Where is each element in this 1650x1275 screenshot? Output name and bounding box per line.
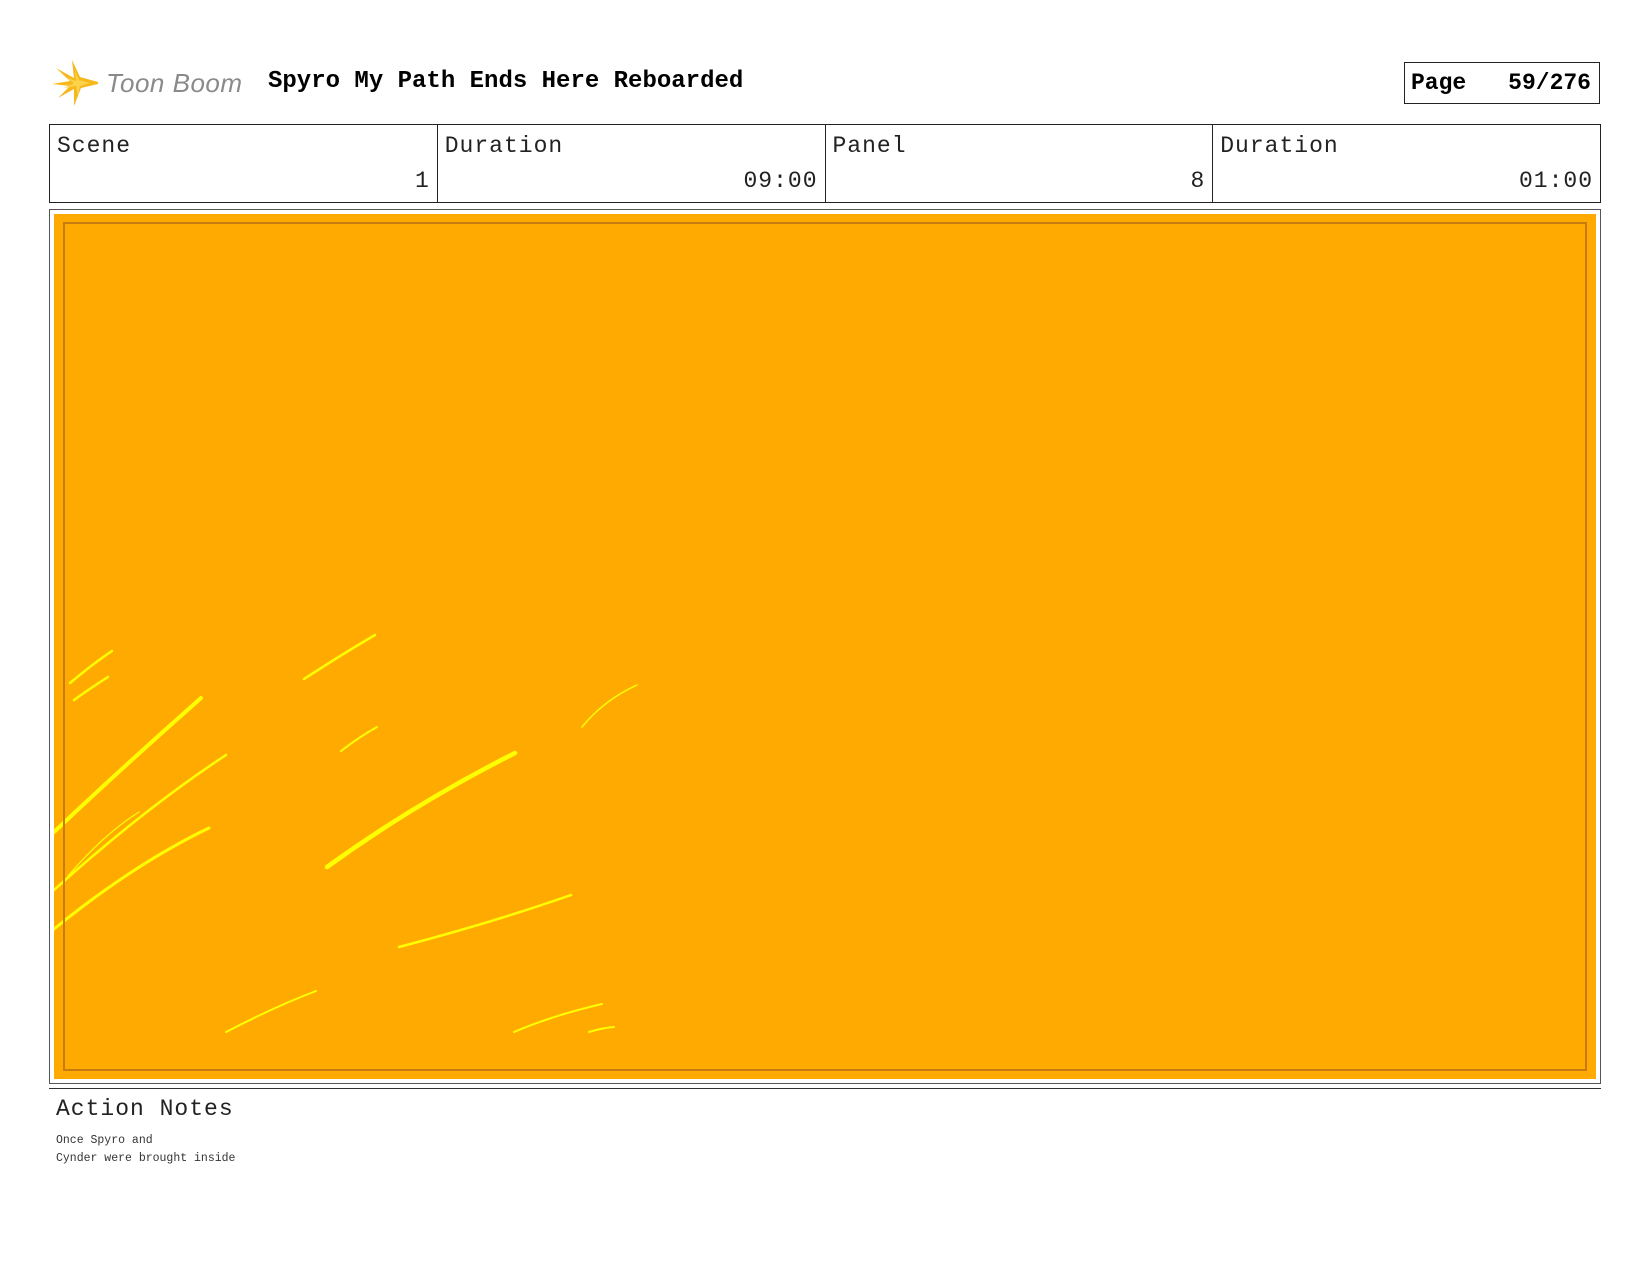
storyboard-panel-frame — [49, 209, 1601, 1084]
scene-duration-value: 09:00 — [743, 168, 818, 194]
panel-duration-value: 01:00 — [1518, 168, 1593, 194]
scene-label: Scene — [57, 133, 132, 159]
speed-line — [225, 990, 317, 1033]
logo-text: Toon Boom — [106, 67, 243, 98]
scene-duration-cell: Duration 09:00 — [438, 125, 826, 202]
toon-boom-logo: Toon Boom — [50, 58, 243, 108]
storyboard-panel-image — [54, 214, 1596, 1079]
speed-line — [54, 696, 203, 834]
speed-line — [397, 893, 573, 949]
speed-line — [72, 675, 110, 702]
scene-duration-label: Duration — [444, 133, 564, 159]
action-notes-text: Once Spyro and Cynder were brought insid… — [56, 1134, 236, 1165]
starburst-logo-icon — [52, 60, 98, 106]
speed-line — [581, 684, 638, 728]
panel-cell: Panel 8 — [826, 125, 1214, 202]
action-notes-label: Action Notes — [56, 1096, 234, 1122]
page-indicator: Page 59/276 — [1404, 62, 1600, 104]
page-header: Toon Boom Spyro My Path Ends Here Reboar… — [50, 52, 1600, 112]
speed-line — [588, 1026, 615, 1033]
speed-line — [54, 826, 211, 931]
panel-label: Panel — [832, 133, 907, 159]
scene-value: 1 — [414, 168, 430, 194]
page-label: Page — [1411, 70, 1467, 96]
speed-line — [513, 1003, 603, 1033]
speed-lines-drawing — [54, 633, 638, 1033]
page-number: 59/276 — [1508, 70, 1591, 96]
panel-value: 8 — [1190, 168, 1206, 194]
speed-line — [324, 750, 518, 870]
speed-line — [67, 811, 140, 877]
scene-cell: Scene 1 — [50, 125, 438, 202]
speed-line — [340, 726, 378, 752]
speed-line — [302, 633, 377, 681]
notes-divider — [49, 1088, 1601, 1089]
panel-duration-cell: Duration 01:00 — [1213, 125, 1600, 202]
speed-line — [54, 753, 228, 892]
panel-duration-label: Duration — [1220, 133, 1339, 159]
project-title: Spyro My Path Ends Here Reboarded — [268, 68, 744, 95]
scene-info-table: Scene 1 Duration 09:00 Panel 8 Duration … — [49, 124, 1601, 203]
